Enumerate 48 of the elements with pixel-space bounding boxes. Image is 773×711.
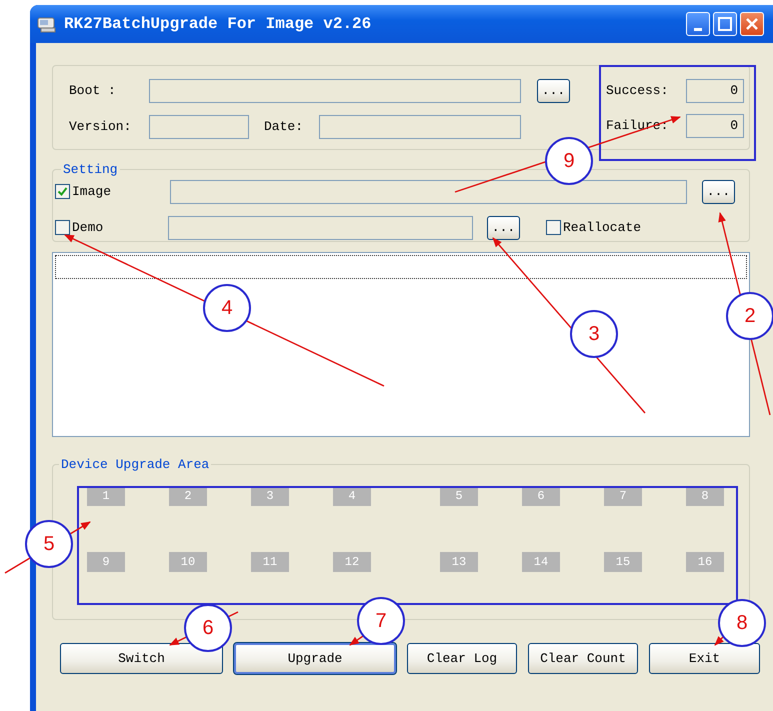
device-slot: 11 [251, 552, 289, 572]
reallocate-checkbox[interactable]: Reallocate [546, 220, 642, 235]
device-slot: 9 [87, 552, 125, 572]
browse-button[interactable]: ... [487, 216, 520, 240]
device-slot: 8 [686, 486, 724, 506]
browse-button[interactable]: ... [537, 78, 570, 102]
group-title: Device Upgrade Area [60, 457, 210, 472]
boot-field[interactable] [149, 78, 521, 102]
device-slot: 7 [604, 486, 642, 506]
maximize-button[interactable] [713, 12, 737, 36]
action-button[interactable]: Exit [649, 643, 760, 674]
version-field[interactable] [149, 114, 249, 138]
device-slot: 12 [333, 552, 371, 572]
browse-button[interactable]: ... [702, 180, 735, 204]
device-slot: 3 [251, 486, 289, 506]
close-button[interactable] [740, 12, 764, 36]
action-button[interactable]: Clear Log [407, 643, 517, 674]
minimize-button[interactable] [686, 12, 710, 36]
action-button[interactable]: Clear Count [528, 643, 638, 674]
image-checkbox[interactable]: Image [55, 184, 170, 199]
device-slot: 5 [440, 486, 478, 506]
date-label: Date: [264, 119, 304, 134]
image-path-field[interactable] [170, 180, 687, 204]
counter-field: 0 [686, 114, 744, 138]
counter-label: Success: [606, 83, 670, 98]
device-slot: 6 [522, 486, 560, 506]
date-field[interactable] [319, 114, 521, 138]
version-label: Version: [69, 119, 132, 134]
device-slot: 15 [604, 552, 642, 572]
device-slot: 2 [169, 486, 207, 506]
close-icon [745, 17, 759, 31]
demo-path-field[interactable] [168, 216, 473, 240]
group-title: Setting [62, 162, 119, 177]
action-button[interactable]: Switch [60, 643, 223, 674]
boot-label: Boot : [69, 83, 117, 98]
action-button[interactable]: Upgrade [234, 643, 396, 674]
maximize-icon [718, 17, 732, 31]
device-slot: 1 [87, 486, 125, 506]
minimize-icon [694, 28, 702, 30]
demo-checkbox[interactable]: Demo [55, 220, 168, 235]
device-slot: 13 [440, 552, 478, 572]
device-slot: 4 [333, 486, 371, 506]
device-slot: 10 [169, 552, 207, 572]
device-slot: 14 [522, 552, 560, 572]
computer-icon [36, 15, 58, 33]
device-slot: 16 [686, 552, 724, 572]
counter-field: 0 [686, 78, 744, 102]
window-title: RK27BatchUpgrade For Image v2.26 [64, 15, 372, 33]
